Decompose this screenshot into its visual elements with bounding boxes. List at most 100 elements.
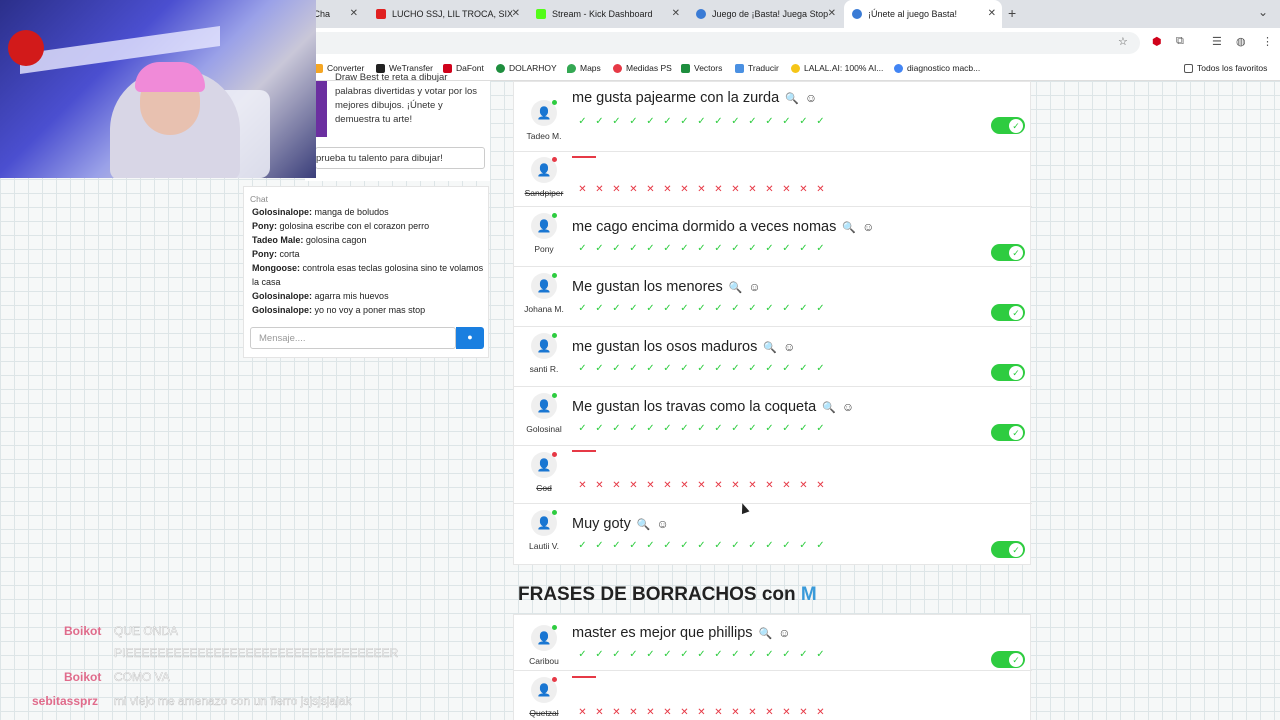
cross-icon: ✕ xyxy=(765,184,774,195)
search-icon[interactable]: 🔍 xyxy=(637,518,651,531)
answer-text: me cago encima dormido a veces nomas 🔍 ☺ xyxy=(572,219,874,235)
vote-marks: ✓ ✓ ✓ ✓ ✓ ✓ ✓ ✓ ✓ ✓ ✓ ✓ ✓ ✓ ✓ xyxy=(574,423,829,434)
draw-challenge-button[interactable]: prueba tu talento para dibujar! xyxy=(315,147,485,169)
tab-basta-game[interactable]: Juego de ¡Basta! Juega Stop ✕ xyxy=(688,0,842,28)
cross-icon: ✕ xyxy=(799,480,808,491)
check-icon: ✓ xyxy=(714,116,723,127)
check-icon: ✓ xyxy=(629,649,638,660)
check-icon: ✓ xyxy=(663,423,672,434)
answer-row: 👤 santi R. me gustan los osos maduros 🔍 ☺ ✓ ✓ ✓… xyxy=(514,327,1032,387)
check-icon: ✓ xyxy=(748,363,757,374)
online-status-dot xyxy=(552,393,557,398)
reading-list-icon[interactable]: ☰ xyxy=(1212,35,1222,48)
validate-toggle[interactable] xyxy=(991,424,1025,441)
check-icon: ✓ xyxy=(680,423,689,434)
validate-toggle[interactable] xyxy=(991,117,1025,134)
close-icon[interactable]: ✕ xyxy=(672,8,680,19)
chat-messages: Golosinalope: manga de boludos Pony: gol… xyxy=(252,205,484,323)
check-icon: ✓ xyxy=(748,649,757,660)
extension-icon[interactable]: ⬢ xyxy=(1152,35,1162,48)
tab-label: Stream - Kick Dashboard xyxy=(552,9,653,19)
player-name: Tadeo M. xyxy=(526,131,562,141)
star-icon[interactable]: ☆ xyxy=(1118,35,1128,48)
chat-user: Golosinalope: xyxy=(252,291,313,301)
emoji-react-icon[interactable]: ☺ xyxy=(842,400,854,414)
stream-chat-text: QUE ONDA xyxy=(114,624,179,638)
answer-row: 👤 Caribou master es mejor que phillips 🔍 ☺ ✓ ✓… xyxy=(514,615,1032,671)
search-icon[interactable]: 🔍 xyxy=(822,401,836,414)
check-icon: ✓ xyxy=(629,303,638,314)
check-icon: ✓ xyxy=(799,116,808,127)
tab-kick-dashboard[interactable]: Stream - Kick Dashboard ✕ xyxy=(528,0,686,28)
menu-icon[interactable]: ⋮ xyxy=(1262,35,1273,48)
search-icon[interactable]: 🔍 xyxy=(763,341,777,354)
cross-icon: ✕ xyxy=(595,480,604,491)
youtube-icon xyxy=(376,9,386,19)
globe-icon xyxy=(852,9,862,19)
chat-message: Golosinalope: agarra mis huevos xyxy=(252,289,484,303)
search-icon[interactable]: 🔍 xyxy=(729,281,743,294)
check-icon: ✓ xyxy=(731,540,740,551)
cross-icon: ✕ xyxy=(680,707,689,718)
validate-toggle[interactable] xyxy=(991,651,1025,668)
check-icon: ✓ xyxy=(731,243,740,254)
check-icon: ✓ xyxy=(646,243,655,254)
close-icon[interactable]: ✕ xyxy=(988,8,996,19)
puzzle-icon[interactable]: ⧉ xyxy=(1176,35,1184,48)
tab-join-basta[interactable]: ¡Únete al juego Basta! ✕ xyxy=(844,0,1002,28)
check-icon: ✓ xyxy=(765,116,774,127)
validate-toggle[interactable] xyxy=(991,541,1025,558)
empty-answer-dash xyxy=(572,450,596,452)
user-avatar-icon: 👤 xyxy=(531,157,557,183)
cross-icon: ✕ xyxy=(646,184,655,195)
tab-youtube[interactable]: LUCHO SSJ, LIL TROCA, SIX ✕ xyxy=(368,0,526,28)
category-letter: M xyxy=(800,584,817,605)
chat-message: Tadeo Male: golosina cagon xyxy=(252,233,484,247)
chat-panel: Chat Golosinalope: manga de boludos Pony… xyxy=(243,186,489,358)
check-icon: ✓ xyxy=(731,363,740,374)
validate-toggle[interactable] xyxy=(991,364,1025,381)
close-icon[interactable]: ✕ xyxy=(828,8,836,19)
kick-icon xyxy=(536,9,546,19)
check-icon: ✓ xyxy=(714,649,723,660)
check-icon: ✓ xyxy=(816,116,825,127)
check-icon: ✓ xyxy=(697,423,706,434)
online-status-dot xyxy=(552,333,557,338)
profile-icon[interactable]: ◍ xyxy=(1236,35,1246,48)
cross-icon: ✕ xyxy=(646,707,655,718)
validate-toggle[interactable] xyxy=(991,304,1025,321)
bookmark-all-favorites[interactable]: Todos los favoritos xyxy=(1184,63,1267,73)
user-avatar-icon: 👤 xyxy=(531,393,557,419)
chat-text: corta xyxy=(279,249,300,259)
cross-icon: ✕ xyxy=(782,707,791,718)
emoji-react-icon[interactable]: ☺ xyxy=(778,626,790,640)
vote-marks: ✕ ✕ ✕ ✕ ✕ ✕ ✕ ✕ ✕ ✕ ✕ ✕ ✕ ✕ ✕ xyxy=(574,707,829,718)
validate-toggle[interactable] xyxy=(991,244,1025,261)
check-icon: ✓ xyxy=(714,363,723,374)
tab-search-icon[interactable]: ⌄ xyxy=(1258,5,1268,19)
close-icon[interactable]: ✕ xyxy=(512,8,520,19)
check-icon: ✓ xyxy=(697,649,706,660)
search-icon[interactable]: 🔍 xyxy=(842,221,856,234)
emoji-react-icon[interactable]: ☺ xyxy=(862,220,874,234)
emoji-react-icon[interactable]: ☺ xyxy=(783,340,795,354)
close-icon[interactable]: ✕ xyxy=(350,8,358,19)
emoji-react-icon[interactable]: ☺ xyxy=(748,280,760,294)
emoji-react-icon[interactable]: ☺ xyxy=(657,517,669,531)
chat-message: Golosinalope: yo no voy a poner mas stop xyxy=(252,303,484,317)
search-icon[interactable]: 🔍 xyxy=(785,92,799,105)
player-name: Golosinal xyxy=(526,424,562,434)
check-icon: ✓ xyxy=(765,363,774,374)
answer-row: 👤 Cod ✕ ✕ ✕ ✕ ✕ ✕ ✕ ✕ ✕ ✕ ✕ ✕ ✕ ✕ ✕ xyxy=(514,446,1032,504)
chat-message: Mongoose: controla esas teclas golosina … xyxy=(252,261,484,289)
cross-icon: ✕ xyxy=(595,184,604,195)
search-icon[interactable]: 🔍 xyxy=(759,627,773,640)
send-message-button[interactable]: ● xyxy=(456,327,484,349)
emoji-react-icon[interactable]: ☺ xyxy=(805,91,817,105)
cross-icon: ✕ xyxy=(612,184,621,195)
new-tab-icon[interactable]: + xyxy=(1008,5,1016,21)
address-bar[interactable] xyxy=(300,32,1140,54)
category-title: FRASES DE BORRACHOS con xyxy=(518,584,796,605)
answer-row: 👤 Lautii V. Muy goty 🔍 ☺ ✓ ✓ ✓ ✓ ✓ ✓ ✓ ✓ ✓ ✓ ✓ ✓ ✓ ✓ ✓ xyxy=(514,504,1032,566)
chat-message-input[interactable]: Mensaje.... xyxy=(250,327,456,349)
